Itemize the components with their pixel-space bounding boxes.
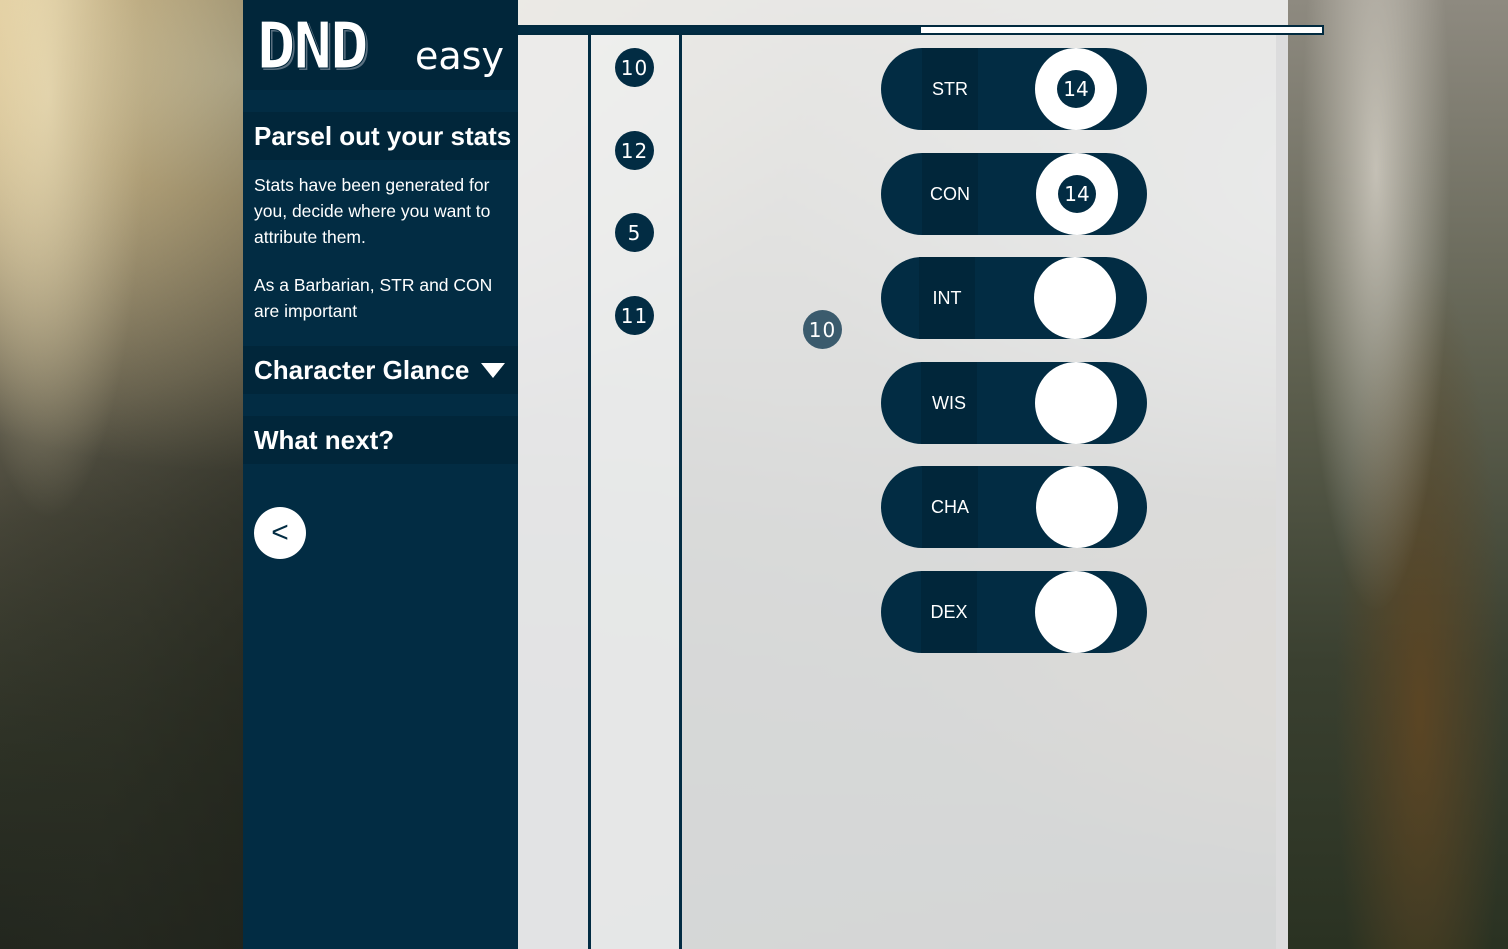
stat-label: CON (922, 153, 978, 235)
stat-drop-slot[interactable] (1035, 571, 1117, 653)
logo: DND easy (243, 0, 518, 90)
pool-chip[interactable]: 12 (615, 131, 654, 170)
progress-bar (518, 25, 1324, 35)
back-arrow-icon: < (271, 516, 289, 549)
stat-label: INT (919, 257, 975, 339)
stat-row-dex: DEX (881, 571, 1147, 653)
background-right (1288, 0, 1508, 949)
pool-divider-right (679, 35, 682, 949)
stat-drop-slot[interactable] (1036, 466, 1118, 548)
step-description: Stats have been generated for you, decid… (243, 160, 518, 324)
stat-row-str: STR 14 (881, 48, 1147, 130)
what-next-label: What next? (254, 424, 395, 455)
description-paragraph: As a Barbarian, STR and CON are importan… (254, 275, 493, 321)
stat-row-cha: CHA (881, 466, 1147, 548)
sidebar: DND easy Parsel out your stats Stats hav… (243, 0, 518, 949)
stat-label: CHA (922, 466, 978, 548)
left-column (518, 35, 588, 949)
pool-chip[interactable]: 5 (615, 213, 654, 252)
description-paragraph: Stats have been generated for you, decid… (254, 175, 491, 247)
stat-label: DEX (921, 571, 977, 653)
character-glance-toggle[interactable]: Character Glance (243, 346, 518, 394)
stat-pool (591, 35, 680, 949)
character-glance-label: Character Glance (254, 354, 470, 385)
stat-drop-slot[interactable] (1034, 257, 1116, 339)
dragging-chip[interactable]: 10 (803, 310, 842, 349)
stat-label: STR (922, 48, 978, 130)
stat-drop-slot[interactable]: 14 (1035, 48, 1117, 130)
pool-chip[interactable]: 11 (615, 296, 654, 335)
pool-chip[interactable]: 10 (615, 48, 654, 87)
caret-down-icon (481, 362, 506, 378)
stat-value-chip[interactable]: 14 (1057, 70, 1095, 108)
stat-drop-slot[interactable]: 14 (1036, 153, 1118, 235)
scrollbar[interactable] (1276, 35, 1288, 949)
logo-sub-text: easy (415, 34, 504, 78)
stat-row-con: CON 14 (881, 153, 1147, 235)
stat-label: WIS (921, 362, 977, 444)
progress-fill (520, 27, 921, 33)
stat-row-int: INT (881, 257, 1147, 339)
stat-row-wis: WIS (881, 362, 1147, 444)
back-button[interactable]: < (254, 507, 306, 559)
stat-value-chip[interactable]: 14 (1058, 175, 1096, 213)
step-title: Parsel out your stats (243, 112, 518, 160)
logo-main-text: DND (257, 10, 370, 85)
what-next-header[interactable]: What next? (243, 416, 518, 464)
stat-drop-slot[interactable] (1035, 362, 1117, 444)
background-left (0, 0, 243, 949)
